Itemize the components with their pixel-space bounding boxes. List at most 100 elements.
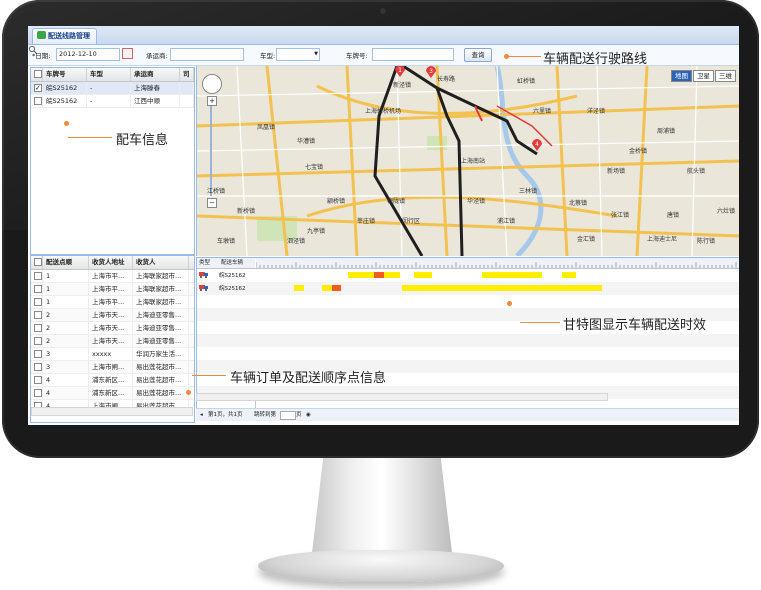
- row-checkbox[interactable]: [34, 285, 42, 293]
- col-address[interactable]: 收货人地址: [89, 256, 133, 269]
- map-place-label: 新泾镇: [393, 82, 412, 89]
- carrier-label: 承运商:: [146, 52, 168, 60]
- gantt-bar[interactable]: [414, 272, 432, 278]
- table-row[interactable]: 2 上海市天... 上海迪亚零售...: [31, 335, 194, 348]
- row-checkbox-cell[interactable]: [31, 374, 43, 386]
- table-row[interactable]: 1 上海市平... 上海联家超市...: [31, 296, 194, 309]
- row-checkbox[interactable]: [34, 363, 42, 371]
- zoom-slider[interactable]: [210, 106, 212, 196]
- cell-address: xxxxx: [89, 348, 133, 360]
- row-checkbox-cell[interactable]: [31, 361, 43, 373]
- gantt-bar[interactable]: [482, 272, 542, 278]
- date-input[interactable]: 2012-12-10: [56, 48, 120, 61]
- gantt-bar[interactable]: [562, 272, 576, 278]
- cell-address: 浦东新区...: [89, 374, 133, 386]
- row-checkbox[interactable]: [34, 337, 42, 345]
- monitor-base: [258, 550, 504, 582]
- select-all-checkbox[interactable]: [34, 258, 42, 266]
- table-row[interactable]: 1 上海市平... 上海联家超市...: [31, 270, 194, 283]
- route-marker-icon[interactable]: 4: [531, 138, 543, 152]
- zoom-out-icon[interactable]: −: [207, 198, 217, 208]
- go-icon[interactable]: ◉: [306, 409, 311, 421]
- route-marker-icon[interactable]: 1: [394, 66, 406, 78]
- row-checkbox-cell[interactable]: [31, 283, 43, 295]
- map-view[interactable]: 1 3 4 + − 地图 卫星 三维 新泾镇 长寿路 上海虹桥机场 凤凰镇 七宝镇 上海南…: [196, 66, 739, 256]
- table-row[interactable]: 4 浦东新区... 易出莲花超市...: [31, 387, 194, 400]
- route-marker-icon[interactable]: 3: [425, 66, 437, 79]
- table-row[interactable]: 3 上海市闸... 易出莲花超市...: [31, 361, 194, 374]
- first-page-icon[interactable]: ◂: [200, 409, 203, 421]
- query-button[interactable]: 查询: [464, 48, 492, 62]
- map-type-map[interactable]: 地图: [671, 70, 692, 82]
- gantt-chart: 类型 配送车辆 皖S25162 皖S25162: [196, 257, 739, 409]
- cell-address: 上海市平...: [89, 296, 133, 308]
- vehicle-type-select[interactable]: ▼: [276, 48, 320, 61]
- table-row[interactable]: 2 上海市天... 上海迪亚零售...: [31, 322, 194, 335]
- gantt-bar[interactable]: [374, 272, 384, 278]
- table-row[interactable]: 4 浦东新区... 易出莲花超市...: [31, 374, 194, 387]
- marker-4-label: 4: [535, 141, 539, 148]
- col-carrier[interactable]: 承运商: [131, 68, 180, 81]
- map-type-3d[interactable]: 三维: [715, 70, 736, 82]
- tab-route-management[interactable]: 配送线路管理: [32, 28, 97, 44]
- vehicle-type-label: 车型:: [260, 52, 276, 60]
- table-row[interactable]: 1 上海市平... 上海联家超市...: [31, 283, 194, 296]
- gantt-bar[interactable]: [332, 285, 341, 291]
- cell-type: -: [87, 82, 131, 94]
- plate-label: 车牌号:: [346, 52, 368, 60]
- row-checkbox[interactable]: [34, 97, 42, 105]
- map-place-label: 六灶镇: [717, 208, 736, 215]
- col-driver[interactable]: 司: [180, 68, 194, 81]
- gantt-vehicle-label: 皖S25162: [219, 273, 246, 279]
- row-checkbox-cell[interactable]: [31, 296, 43, 308]
- table-row[interactable]: 皖S25162 - 江西中顺: [31, 95, 194, 108]
- row-checkbox-cell[interactable]: [31, 322, 43, 334]
- row-checkbox-cell[interactable]: [31, 309, 43, 321]
- row-checkbox[interactable]: [34, 272, 42, 280]
- row-checkbox[interactable]: [34, 324, 42, 332]
- map-place-label: 华漕镇: [297, 138, 316, 145]
- cell-seq: 2: [43, 309, 89, 321]
- table-row[interactable]: 皖S25162 - 上海滕春: [31, 82, 194, 95]
- col-receiver[interactable]: 收货人: [133, 256, 189, 269]
- select-all-checkbox[interactable]: [34, 70, 42, 78]
- chevron-down-icon: ▼: [314, 51, 318, 57]
- row-checkbox[interactable]: [34, 82, 42, 94]
- row-checkbox-cell[interactable]: [31, 387, 43, 399]
- map-type-satellite[interactable]: 卫星: [693, 70, 714, 82]
- row-checkbox[interactable]: [34, 350, 42, 358]
- map-place-label: 泗泾镇: [287, 238, 306, 245]
- row-checkbox-cell[interactable]: [31, 270, 43, 282]
- horizontal-scrollbar[interactable]: [31, 407, 193, 416]
- map-place-label: 华泾镇: [467, 198, 486, 205]
- row-checkbox-cell[interactable]: [31, 348, 43, 360]
- pan-control[interactable]: [202, 74, 222, 94]
- zoom-in-icon[interactable]: +: [207, 96, 217, 106]
- row-checkbox[interactable]: [34, 389, 42, 397]
- row-checkbox[interactable]: [34, 298, 42, 306]
- gantt-bar[interactable]: [482, 285, 602, 291]
- gantt-bar[interactable]: [402, 285, 482, 291]
- gantt-bar[interactable]: [294, 285, 304, 291]
- calendar-icon[interactable]: [122, 48, 133, 59]
- vehicle-grid-header: 车牌号 车型 承运商 司: [31, 68, 194, 82]
- route-icon: [37, 31, 46, 39]
- gantt-annotation-dot: [507, 301, 512, 306]
- row-checkbox-cell[interactable]: [31, 335, 43, 347]
- cell-receiver: 上海联家超市...: [133, 296, 189, 308]
- table-row[interactable]: 2 上海市天... 上海迪亚零售...: [31, 309, 194, 322]
- pager: ◂ 第1页，共1页 跳转到第 页 ◉: [196, 393, 739, 421]
- col-type[interactable]: 车型: [87, 68, 131, 81]
- page-jump-input[interactable]: [280, 411, 296, 420]
- table-row[interactable]: 3 xxxxx 华润万家生活...: [31, 348, 194, 361]
- col-plate[interactable]: 车牌号: [43, 68, 87, 81]
- row-checkbox[interactable]: [34, 376, 42, 384]
- carrier-input[interactable]: [170, 48, 244, 61]
- row-checkbox[interactable]: [34, 311, 42, 319]
- select-all-cell[interactable]: [31, 68, 43, 81]
- gantt-row: [197, 269, 739, 282]
- gantt-horizontal-scrollbar[interactable]: [196, 393, 608, 401]
- col-seq[interactable]: 配送点顺: [43, 256, 89, 269]
- map-place-label: 江桥镇: [207, 188, 226, 195]
- plate-input[interactable]: [372, 48, 454, 61]
